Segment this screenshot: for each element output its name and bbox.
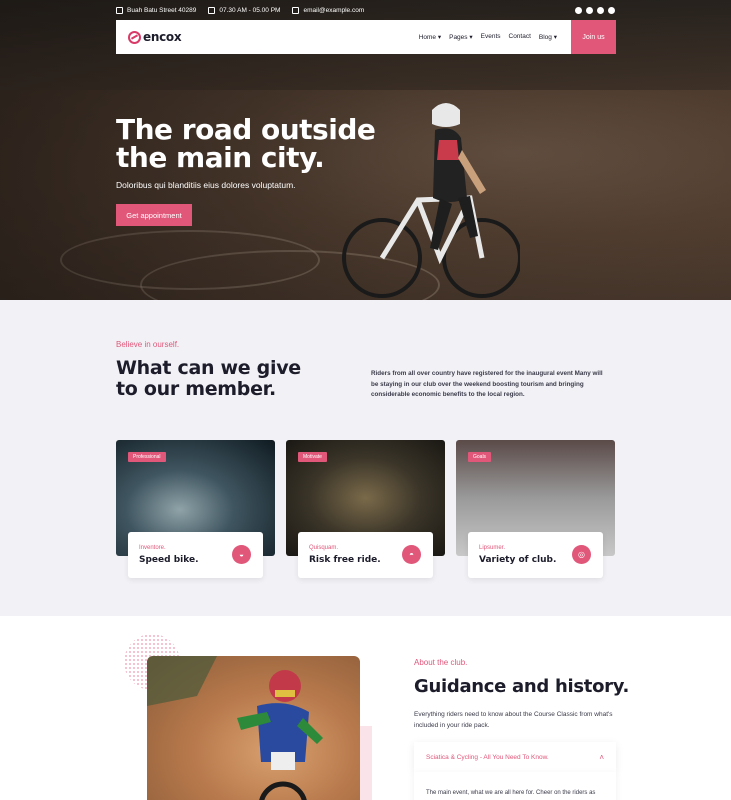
card-title: Variety of club.: [479, 555, 557, 565]
nav-item-events[interactable]: Events: [481, 33, 501, 41]
card-tag: Goals: [468, 452, 492, 462]
email-item[interactable]: email@example.com: [292, 6, 364, 14]
features-title: What can we give to our member.: [116, 357, 301, 400]
card-subtitle: Lipsumer.: [479, 545, 506, 551]
card-title: Speed bike.: [139, 555, 199, 565]
speedometer-icon[interactable]: ◒: [232, 545, 251, 564]
facebook-icon[interactable]: [608, 6, 615, 14]
about-section: About the club. Guidance and history. Ev…: [0, 616, 731, 800]
hero-section: Buah Batu Street 40289 07.30 AM - 05.00 …: [0, 0, 731, 300]
hours-item: 07.30 AM - 05.00 PM: [208, 6, 281, 14]
decorative-bar: [360, 726, 372, 800]
site-logo[interactable]: encox: [128, 30, 182, 44]
address-text: Buah Batu Street 40289: [127, 6, 197, 14]
about-eyebrow: About the club.: [414, 658, 468, 667]
chevron-up-icon[interactable]: ˄: [599, 753, 604, 762]
twitter-icon[interactable]: [597, 6, 604, 14]
nav-item-pages[interactable]: Pages ▾: [449, 33, 473, 41]
accordion-header[interactable]: Sciatica & Cycling - All You Need To Kno…: [414, 742, 616, 772]
card-subtitle: Quisquam.: [309, 545, 339, 551]
helmet-icon[interactable]: ◓: [402, 545, 421, 564]
nav-item-blog[interactable]: Blog ▾: [539, 33, 557, 41]
main-navbar: encox Home ▾ Pages ▾ Events Contact Blog…: [116, 20, 616, 54]
cyclist-image: [342, 103, 520, 298]
join-us-button[interactable]: Join us: [571, 20, 616, 54]
accordion-body: The main event, what we are all here for…: [414, 772, 616, 800]
features-description: Riders from all over country have regist…: [371, 370, 603, 398]
card-title: Risk free ride.: [309, 555, 381, 565]
pinterest-icon[interactable]: [586, 6, 593, 14]
accordion-text: The main event, what we are all here for…: [426, 790, 596, 796]
feature-card[interactable]: Quisquam. Risk free ride. ◓: [298, 532, 433, 578]
envelope-icon: [292, 6, 300, 14]
hero-title: The road outside the main city.: [116, 113, 376, 174]
feature-card[interactable]: Lipsumer. Variety of club. ◎: [468, 532, 603, 578]
card-subtitle: Inventore.: [139, 545, 166, 551]
card-tag: Professional: [128, 452, 166, 462]
target-icon[interactable]: ◎: [572, 545, 591, 564]
social-links: [575, 6, 615, 14]
calendar-icon: [208, 6, 216, 14]
get-appointment-button[interactable]: Get appointment: [116, 204, 192, 226]
logo-icon: [128, 30, 141, 44]
feature-card[interactable]: Inventore. Speed bike. ◒: [128, 532, 263, 578]
address-item: Buah Batu Street 40289: [116, 6, 197, 14]
nav-menu: Home ▾ Pages ▾ Events Contact Blog ▾: [419, 33, 557, 41]
hours-text: 07.30 AM - 05.00 PM: [219, 6, 281, 14]
biker-illustration: [147, 656, 323, 800]
features-section: Believe in ourself. What can we give to …: [0, 300, 731, 616]
building-icon: [116, 6, 123, 14]
top-info-bar: Buah Batu Street 40289 07.30 AM - 05.00 …: [116, 0, 615, 20]
instagram-icon[interactable]: [575, 6, 582, 14]
logo-text: encox: [143, 30, 182, 44]
features-eyebrow: Believe in ourself.: [116, 340, 180, 349]
accordion-title: Sciatica & Cycling - All You Need To Kno…: [426, 753, 549, 761]
about-title: Guidance and history.: [414, 676, 630, 697]
hero-subtitle: Doloribus qui blanditiis eius dolores vo…: [116, 180, 296, 190]
mountain-biker-photo: [147, 656, 360, 800]
card-tag: Motivate: [298, 452, 327, 462]
email-text[interactable]: email@example.com: [303, 7, 364, 14]
nav-item-home[interactable]: Home ▾: [419, 33, 441, 41]
about-description: Everything riders need to know about the…: [414, 711, 613, 729]
nav-item-contact[interactable]: Contact: [509, 33, 531, 41]
